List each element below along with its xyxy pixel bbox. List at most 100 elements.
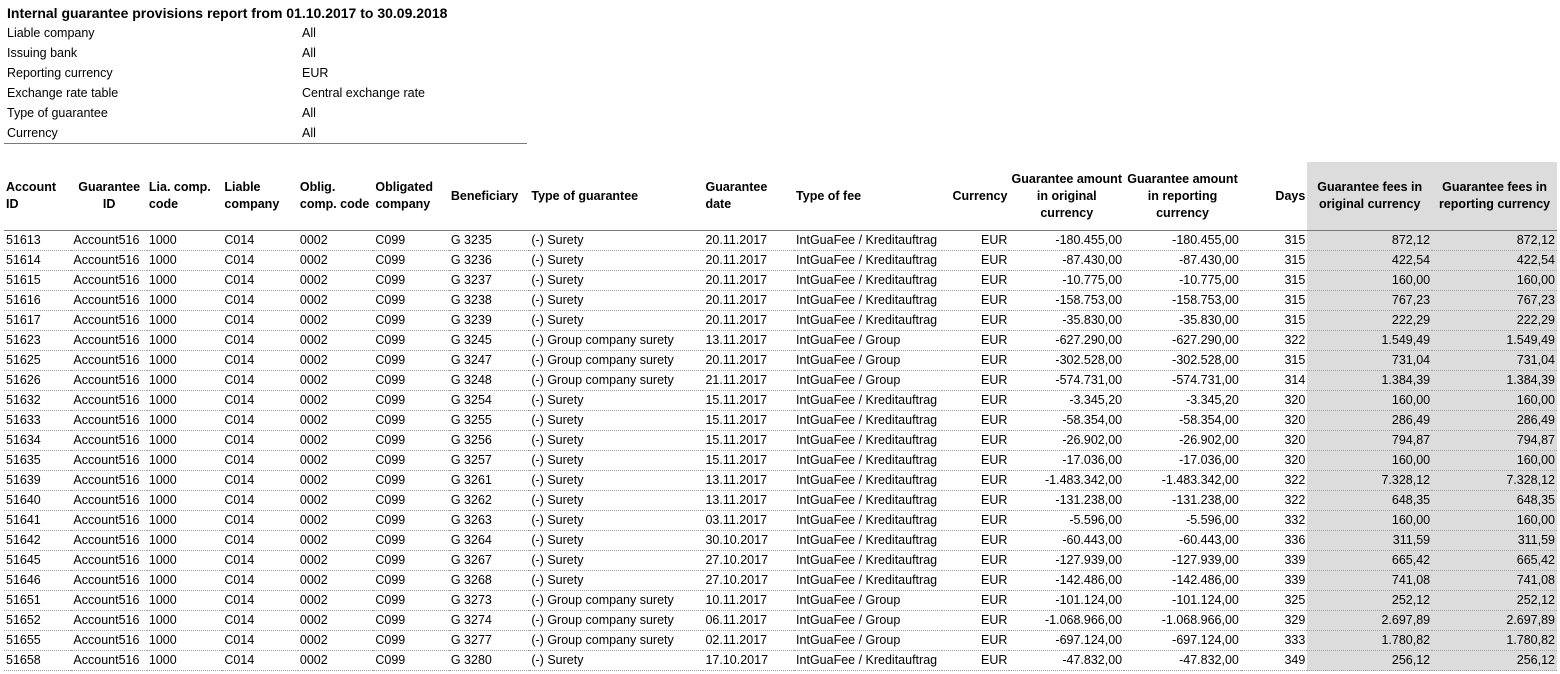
cell-beneficiary: G 3257 xyxy=(448,450,530,471)
cell-beneficiary: G 3247 xyxy=(448,350,530,371)
cell-type-of-fee: IntGuaFee / Group xyxy=(794,370,942,391)
cell-fees-reporting: 665,42 xyxy=(1432,550,1557,571)
column-header: Account ID xyxy=(4,162,72,231)
cell-type-of-fee: IntGuaFee / Kreditauftrag xyxy=(794,270,942,291)
table-row: 51616 Account516 1000 C014 0002 C099 G 3238 (-)… xyxy=(4,290,1557,311)
cell-type-of-guarantee: (-) Surety xyxy=(529,390,704,411)
cell-beneficiary: G 3268 xyxy=(448,570,530,591)
cell-type-of-guarantee: (-) Surety xyxy=(529,270,704,291)
cell-oblig-comp-code: 0002 xyxy=(297,510,374,531)
cell-lia-comp-code: 1000 xyxy=(146,390,223,411)
cell-days: 325 xyxy=(1240,590,1308,611)
cell-oblig-comp-code: 0002 xyxy=(297,350,374,371)
cell-type-of-fee: IntGuaFee / Kreditauftrag xyxy=(794,390,942,411)
column-header: Lia. comp. code xyxy=(146,162,223,231)
cell-beneficiary: G 3273 xyxy=(448,590,530,611)
param-value: All xyxy=(302,46,316,60)
cell-obligated-company: C099 xyxy=(373,650,449,671)
cell-obligated-company: C099 xyxy=(373,490,449,511)
cell-oblig-comp-code: 0002 xyxy=(297,390,374,411)
cell-account-id: 51652 xyxy=(4,610,72,631)
cell-guarantee-date: 15.11.2017 xyxy=(703,410,795,431)
cell-liable-company: C014 xyxy=(222,350,298,371)
table-row: 51652 Account516 1000 C014 0002 C099 G 3274 (-)… xyxy=(4,610,1557,631)
cell-fees-reporting: 741,08 xyxy=(1432,570,1557,591)
cell-obligated-company: C099 xyxy=(373,590,449,611)
cell-oblig-comp-code: 0002 xyxy=(297,530,374,551)
cell-type-of-fee: IntGuaFee / Kreditauftrag xyxy=(794,410,942,431)
cell-guarantee-id: Account516 xyxy=(71,590,147,611)
cell-currency: EUR xyxy=(941,630,1010,651)
cell-type-of-fee: IntGuaFee / Kreditauftrag xyxy=(794,230,942,251)
cell-currency: EUR xyxy=(941,490,1010,511)
cell-amount-original: -142.486,00 xyxy=(1009,570,1125,591)
cell-fees-original: 1.780,82 xyxy=(1307,630,1433,651)
cell-account-id: 51639 xyxy=(4,470,72,491)
cell-guarantee-date: 20.11.2017 xyxy=(703,230,795,251)
cell-beneficiary: G 3274 xyxy=(448,610,530,631)
cell-amount-original: -1.483.342,00 xyxy=(1009,470,1125,491)
cell-days: 320 xyxy=(1240,430,1308,451)
cell-amount-original: -574.731,00 xyxy=(1009,370,1125,391)
cell-currency: EUR xyxy=(941,370,1010,391)
cell-guarantee-id: Account516 xyxy=(71,270,147,291)
cell-amount-reporting: -58.354,00 xyxy=(1124,410,1241,431)
cell-fees-original: 160,00 xyxy=(1307,390,1433,411)
cell-lia-comp-code: 1000 xyxy=(146,290,223,311)
cell-fees-reporting: 422,54 xyxy=(1432,250,1557,271)
cell-guarantee-date: 15.11.2017 xyxy=(703,450,795,471)
cell-oblig-comp-code: 0002 xyxy=(297,570,374,591)
cell-type-of-guarantee: (-) Surety xyxy=(529,510,704,531)
cell-guarantee-id: Account516 xyxy=(71,390,147,411)
cell-lia-comp-code: 1000 xyxy=(146,350,223,371)
cell-amount-reporting: -101.124,00 xyxy=(1124,590,1241,611)
cell-currency: EUR xyxy=(941,430,1010,451)
cell-guarantee-id: Account516 xyxy=(71,490,147,511)
cell-guarantee-id: Account516 xyxy=(71,550,147,571)
cell-amount-original: -1.068.966,00 xyxy=(1009,610,1125,631)
cell-fees-reporting: 767,23 xyxy=(1432,290,1557,311)
cell-currency: EUR xyxy=(941,590,1010,611)
cell-account-id: 51632 xyxy=(4,390,72,411)
cell-guarantee-date: 20.11.2017 xyxy=(703,270,795,291)
cell-obligated-company: C099 xyxy=(373,610,449,631)
cell-currency: EUR xyxy=(941,230,1010,251)
cell-obligated-company: C099 xyxy=(373,230,449,251)
cell-lia-comp-code: 1000 xyxy=(146,370,223,391)
cell-fees-reporting: 1.384,39 xyxy=(1432,370,1557,391)
cell-fees-original: 1.384,39 xyxy=(1307,370,1433,391)
cell-obligated-company: C099 xyxy=(373,510,449,531)
cell-fees-reporting: 731,04 xyxy=(1432,350,1557,371)
cell-fees-original: 731,04 xyxy=(1307,350,1433,371)
cell-oblig-comp-code: 0002 xyxy=(297,550,374,571)
param-row: Reporting currency EUR xyxy=(4,63,527,83)
cell-amount-reporting: -47.832,00 xyxy=(1124,650,1241,671)
cell-days: 320 xyxy=(1240,410,1308,431)
cell-account-id: 51633 xyxy=(4,410,72,431)
cell-fees-reporting: 160,00 xyxy=(1432,270,1557,291)
cell-amount-reporting: -5.596,00 xyxy=(1124,510,1241,531)
cell-liable-company: C014 xyxy=(222,610,298,631)
cell-liable-company: C014 xyxy=(222,250,298,271)
table-row: 51639 Account516 1000 C014 0002 C099 G 3261 (-)… xyxy=(4,470,1557,491)
cell-lia-comp-code: 1000 xyxy=(146,430,223,451)
cell-days: 314 xyxy=(1240,370,1308,391)
cell-account-id: 51617 xyxy=(4,310,72,331)
column-header: Guarantee amount in reporting currency xyxy=(1124,162,1241,231)
cell-liable-company: C014 xyxy=(222,410,298,431)
guarantee-provisions-table: Account ID Guarantee ID Lia. comp. code … xyxy=(4,162,1557,671)
cell-account-id: 51635 xyxy=(4,450,72,471)
cell-lia-comp-code: 1000 xyxy=(146,590,223,611)
column-header: Guarantee ID xyxy=(71,162,147,231)
cell-fees-reporting: 2.697,89 xyxy=(1432,610,1557,631)
table-row: 51646 Account516 1000 C014 0002 C099 G 3268 (-)… xyxy=(4,570,1557,591)
cell-lia-comp-code: 1000 xyxy=(146,570,223,591)
cell-guarantee-id: Account516 xyxy=(71,430,147,451)
cell-guarantee-date: 13.11.2017 xyxy=(703,470,795,491)
cell-guarantee-date: 13.11.2017 xyxy=(703,490,795,511)
table-row: 51655 Account516 1000 C014 0002 C099 G 3277 (-)… xyxy=(4,630,1557,651)
param-label: Exchange rate table xyxy=(7,86,119,100)
cell-fees-original: 872,12 xyxy=(1307,230,1433,251)
cell-type-of-fee: IntGuaFee / Kreditauftrag xyxy=(794,250,942,271)
cell-guarantee-id: Account516 xyxy=(71,510,147,531)
